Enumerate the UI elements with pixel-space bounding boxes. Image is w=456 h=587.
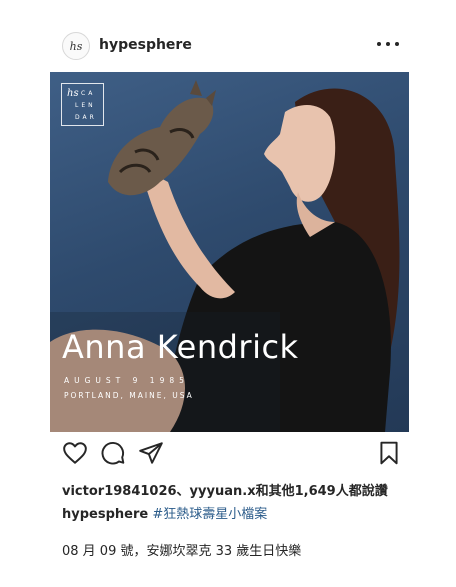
avatar[interactable]: hs [62,32,90,60]
post-actions [50,440,409,472]
bookmark-icon[interactable] [376,440,402,466]
birth-date: AUGUST 9 1985 [64,376,189,385]
send-icon[interactable] [138,440,164,466]
post-description: 08 月 09 號，安娜坎翠克 33 歲生日快樂 [62,544,302,559]
comment-icon[interactable] [100,440,126,466]
more-options-icon[interactable] [377,34,399,54]
likes-count[interactable]: victor19841026、yyyuan.x和其他1,649人都說讚 [62,480,388,499]
post-header: hs hypesphere [0,0,456,72]
logo-mark: hs [67,88,79,99]
logo-text-line2: LEN [75,102,96,109]
heart-icon[interactable] [62,440,88,466]
post-caption: hypesphere #狂熱球壽星小檔案 [62,503,267,522]
birth-place: PORTLAND, MAINE, USA [64,391,194,400]
calendar-logo: hs CA LEN DAR [61,83,104,126]
logo-text-line1: CA [81,90,96,97]
caption-username[interactable]: hypesphere [62,507,148,522]
logo-text-line3: DAR [75,114,97,121]
post-username[interactable]: hypesphere [99,37,192,53]
post-image[interactable]: hs CA LEN DAR Anna Kendrick AUGUST 9 198… [50,72,409,432]
caption-hashtag[interactable]: #狂熱球壽星小檔案 [152,507,267,522]
celebrity-name: Anna Kendrick [62,328,299,366]
